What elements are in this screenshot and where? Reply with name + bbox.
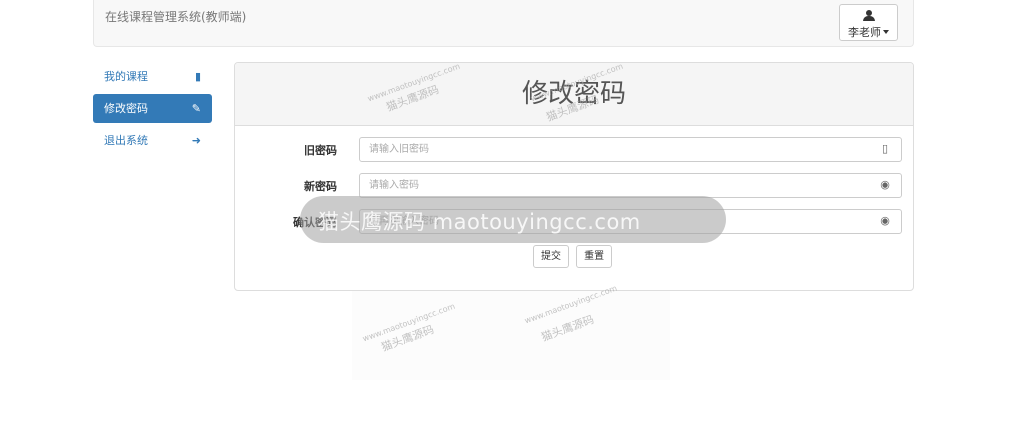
sidebar-item-label: 退出系统 [104, 134, 148, 147]
new-password-row: 新密码 请输入密码 ◉ [235, 173, 913, 198]
submit-button[interactable]: 提交 [533, 245, 569, 268]
sidebar-item-my-courses[interactable]: 我的课程 ▮ [93, 62, 212, 91]
change-password-panel: 修改密码 旧密码 请输入旧密码 ▯ 新密码 请输入密码 ◉ 确认密码 请再次输入… [234, 62, 914, 291]
user-icon [862, 10, 875, 21]
old-password-label: 旧密码 [304, 144, 337, 157]
watermark-text: 猫头鹰源码 maotouyingcc.com [318, 210, 641, 234]
reset-button[interactable]: 重置 [576, 245, 613, 268]
logout-icon: ➜ [191, 134, 201, 147]
panel-title: 修改密码 [235, 63, 913, 126]
caret-down-icon [883, 29, 889, 34]
app-title: 在线课程管理系统(教师端) [105, 10, 247, 24]
old-password-row: 旧密码 请输入旧密码 ▯ [235, 137, 913, 162]
user-menu-button[interactable]: 李老师 [839, 4, 898, 41]
sidebar-item-logout[interactable]: 退出系统 ➜ [93, 126, 212, 155]
new-password-label: 新密码 [304, 180, 337, 193]
sidebar-item-change-password[interactable]: 修改密码 ✎ [93, 94, 212, 123]
user-name: 李老师 [848, 26, 881, 39]
top-navbar: 在线课程管理系统(教师端) 李老师 [93, 0, 914, 47]
book-icon: ▮ [194, 70, 201, 83]
sidebar-item-label: 我的课程 [104, 70, 148, 83]
pencil-icon: ✎ [191, 102, 201, 115]
old-password-input[interactable]: 请输入旧密码 [359, 137, 902, 162]
eye-icon[interactable]: ◉ [880, 179, 890, 191]
sidebar: 我的课程 ▮ 修改密码 ✎ 退出系统 ➜ [93, 62, 212, 158]
lock-icon: ▯ [881, 142, 889, 155]
sidebar-item-label: 修改密码 [104, 102, 148, 115]
form-buttons: 提交 重置 [533, 244, 614, 268]
new-password-input[interactable]: 请输入密码 [359, 173, 902, 198]
eye-icon[interactable]: ◉ [880, 215, 890, 227]
